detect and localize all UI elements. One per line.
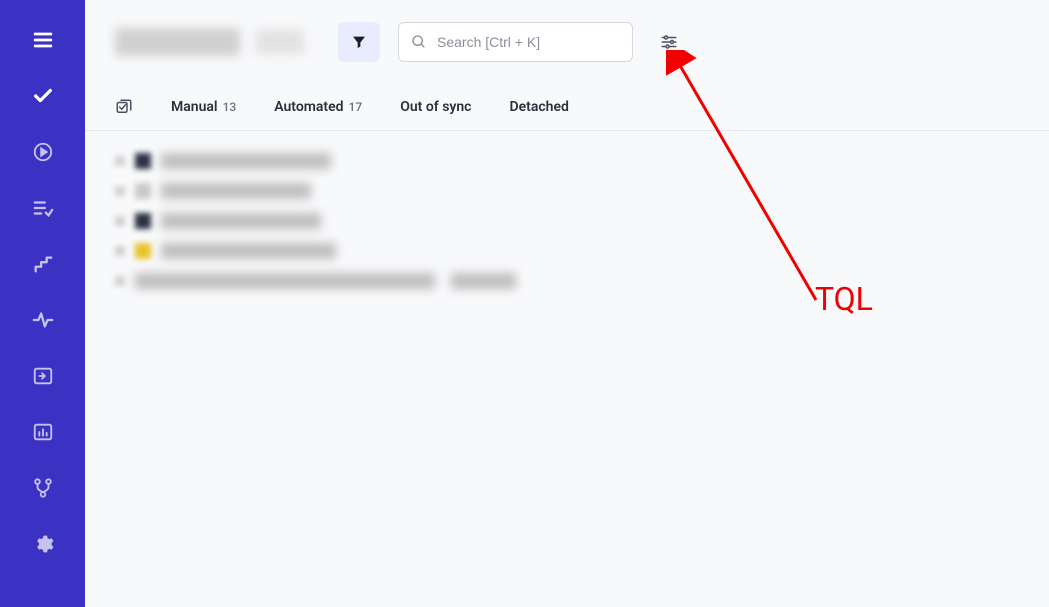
list-item[interactable] [115,273,1019,289]
hamburger-icon[interactable] [31,28,55,52]
sidebar [0,0,85,607]
list-check-icon[interactable] [31,196,55,220]
import-icon[interactable] [31,364,55,388]
topbar [85,0,1049,80]
select-all-icon [115,98,133,116]
stairs-icon[interactable] [31,252,55,276]
page-title-blurred [115,28,240,56]
list-item[interactable] [115,213,1019,229]
gear-icon[interactable] [31,532,55,556]
tab-label: Automated [274,99,343,115]
funnel-icon [351,34,367,50]
pulse-icon[interactable] [31,308,55,332]
bar-chart-icon[interactable] [31,420,55,444]
main: Manual 13 Automated 17 Out of sync Detac… [85,0,1049,607]
play-circle-icon[interactable] [31,140,55,164]
tab-label: Manual [171,99,218,115]
list-area [85,131,1049,311]
sliders-icon [660,33,678,51]
list-item[interactable] [115,183,1019,199]
tabs-row: Manual 13 Automated 17 Out of sync Detac… [85,80,1049,131]
check-icon[interactable] [31,84,55,108]
list-item[interactable] [115,243,1019,259]
tab-detached[interactable]: Detached [510,99,569,115]
tab-manual[interactable]: Manual 13 [171,99,236,115]
tab-count: 17 [349,100,363,114]
select-all-button[interactable] [115,98,133,116]
filter-button[interactable] [338,22,380,62]
list-item[interactable] [115,153,1019,169]
tab-label: Detached [510,99,569,115]
search-box[interactable] [398,22,633,62]
tab-count: 13 [223,100,237,114]
tab-automated[interactable]: Automated 17 [274,99,362,115]
search-icon [411,34,427,50]
git-branch-icon[interactable] [31,476,55,500]
tql-button[interactable] [657,30,681,54]
tab-label: Out of sync [400,99,471,115]
search-input[interactable] [437,34,620,50]
page-subtitle-blurred [256,30,304,54]
tab-out-of-sync[interactable]: Out of sync [400,99,471,115]
